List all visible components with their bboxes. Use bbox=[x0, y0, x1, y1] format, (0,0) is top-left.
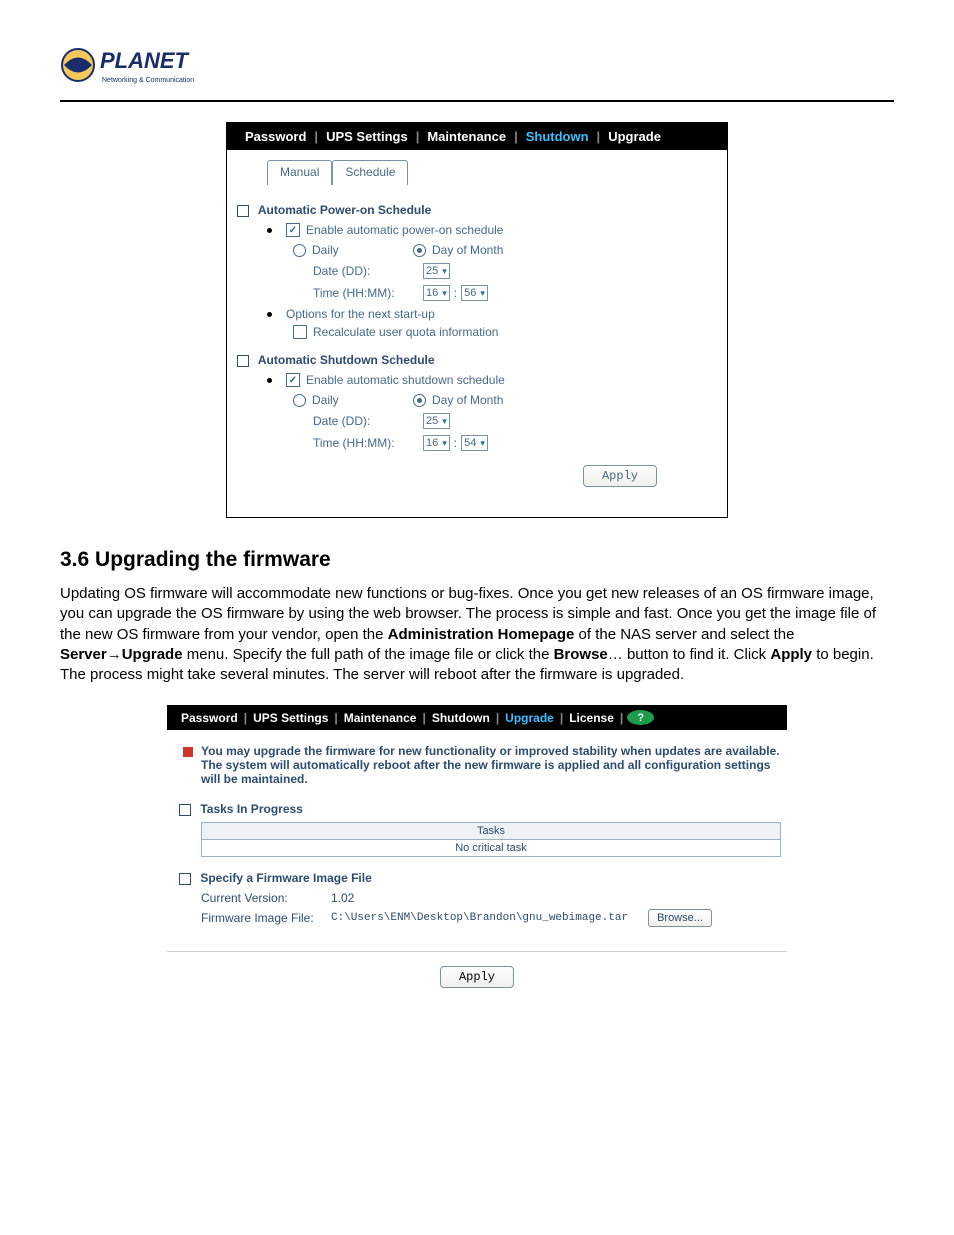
apply-button[interactable]: Apply bbox=[440, 966, 514, 988]
top-tabs: Password| UPS Settings| Maintenance| Shu… bbox=[227, 123, 727, 150]
svg-text:Networking & Communication: Networking & Communication bbox=[102, 77, 194, 84]
upgrade-notice: You may upgrade the firmware for new fun… bbox=[201, 744, 781, 786]
shutdown-daily-label: Daily bbox=[312, 393, 339, 407]
chevron-down-icon: ▾ bbox=[480, 288, 485, 299]
help-icon[interactable]: ? bbox=[627, 710, 654, 725]
poweron-dom-label: Day of Month bbox=[432, 243, 503, 257]
enable-poweron-label: Enable automatic power-on schedule bbox=[306, 223, 503, 237]
shutdown-dom-radio[interactable] bbox=[413, 394, 426, 407]
enable-shutdown-checkbox[interactable]: ✓ bbox=[286, 373, 300, 387]
apply-button[interactable]: Apply bbox=[583, 465, 657, 487]
tab-ups-settings[interactable]: UPS Settings bbox=[247, 711, 334, 725]
poweron-dom-radio[interactable] bbox=[413, 244, 426, 257]
firmware-file-value: C:\Users\ENM\Desktop\Brandon\gnu_webimag… bbox=[331, 912, 628, 924]
tab-shutdown[interactable]: Shutdown bbox=[518, 129, 597, 144]
svg-text:PLANET: PLANET bbox=[100, 48, 190, 73]
tasks-table: Tasks No critical task bbox=[201, 822, 781, 857]
current-version-value: 1.02 bbox=[331, 891, 354, 905]
enable-shutdown-label: Enable automatic shutdown schedule bbox=[306, 373, 505, 387]
chevron-down-icon: ▾ bbox=[442, 288, 447, 299]
tab-shutdown[interactable]: Shutdown bbox=[426, 711, 496, 725]
recalc-label: Recalculate user quota information bbox=[313, 325, 498, 339]
planet-logo: PLANET Networking & Communication bbox=[60, 40, 230, 90]
shutdown-minute-select[interactable]: 54▾ bbox=[461, 435, 488, 451]
poweron-daily-label: Daily bbox=[312, 243, 339, 257]
recalc-checkbox[interactable] bbox=[293, 325, 307, 339]
tasks-row: No critical task bbox=[202, 840, 781, 857]
tasks-heading: Tasks In Progress bbox=[179, 802, 781, 816]
poweron-time-label: Time (HH:MM): bbox=[313, 286, 423, 300]
tab-ups-settings[interactable]: UPS Settings bbox=[318, 129, 416, 144]
tasks-column-header: Tasks bbox=[202, 823, 781, 840]
tab-upgrade[interactable]: Upgrade bbox=[499, 711, 560, 725]
upgrade-screenshot: Password| UPS Settings| Maintenance| Shu… bbox=[167, 705, 787, 988]
firmware-file-label: Firmware Image File: bbox=[201, 911, 331, 925]
shutdown-heading: Automatic Shutdown Schedule bbox=[237, 353, 717, 367]
sub-tab-schedule[interactable]: Schedule bbox=[332, 160, 408, 185]
shutdown-daily-radio[interactable] bbox=[293, 394, 306, 407]
browse-button[interactable]: Browse... bbox=[648, 909, 712, 927]
shutdown-hour-select[interactable]: 16▾ bbox=[423, 435, 450, 451]
enable-poweron-checkbox[interactable]: ✓ bbox=[286, 223, 300, 237]
chevron-down-icon: ▾ bbox=[442, 416, 447, 427]
poweron-date-label: Date (DD): bbox=[313, 264, 423, 278]
spec-heading: Specify a Firmware Image File bbox=[179, 871, 781, 885]
section-icon bbox=[237, 205, 249, 217]
tab-maintenance[interactable]: Maintenance bbox=[419, 129, 514, 144]
top-tabs-2: Password| UPS Settings| Maintenance| Shu… bbox=[167, 705, 787, 730]
sub-tabs: Manual Schedule bbox=[267, 160, 727, 185]
section-icon bbox=[179, 873, 191, 885]
poweron-daily-radio[interactable] bbox=[293, 244, 306, 257]
bullet-icon bbox=[267, 312, 272, 317]
shutdown-time-label: Time (HH:MM): bbox=[313, 436, 423, 450]
section-icon bbox=[179, 804, 191, 816]
options-next-startup-label: Options for the next start-up bbox=[286, 307, 435, 321]
shutdown-date-label: Date (DD): bbox=[313, 414, 423, 428]
section-icon bbox=[237, 355, 249, 367]
page-header: PLANET Networking & Communication bbox=[60, 40, 894, 102]
poweron-hour-select[interactable]: 16▾ bbox=[423, 285, 450, 301]
section-body: Updating OS firmware will accommodate ne… bbox=[60, 584, 894, 685]
poweron-date-select[interactable]: 25▾ bbox=[423, 263, 450, 279]
bullet-icon bbox=[267, 378, 272, 383]
tab-maintenance[interactable]: Maintenance bbox=[338, 711, 423, 725]
current-version-label: Current Version: bbox=[201, 891, 331, 905]
chevron-down-icon: ▾ bbox=[442, 266, 447, 277]
poweron-minute-select[interactable]: 56▾ bbox=[461, 285, 488, 301]
tab-license[interactable]: License bbox=[563, 711, 620, 725]
tab-password[interactable]: Password bbox=[237, 129, 314, 144]
shutdown-schedule-screenshot: Password| UPS Settings| Maintenance| Shu… bbox=[226, 122, 728, 518]
warning-icon bbox=[183, 747, 193, 757]
tab-password[interactable]: Password bbox=[175, 711, 244, 725]
bullet-icon bbox=[267, 228, 272, 233]
sub-tab-manual[interactable]: Manual bbox=[267, 160, 332, 185]
chevron-down-icon: ▾ bbox=[480, 438, 485, 449]
shutdown-dom-label: Day of Month bbox=[432, 393, 503, 407]
poweron-heading: Automatic Power-on Schedule bbox=[237, 203, 717, 217]
chevron-down-icon: ▾ bbox=[442, 438, 447, 449]
section-heading: 3.6 Upgrading the firmware bbox=[60, 548, 894, 572]
tab-upgrade[interactable]: Upgrade bbox=[600, 129, 669, 144]
shutdown-date-select[interactable]: 25▾ bbox=[423, 413, 450, 429]
